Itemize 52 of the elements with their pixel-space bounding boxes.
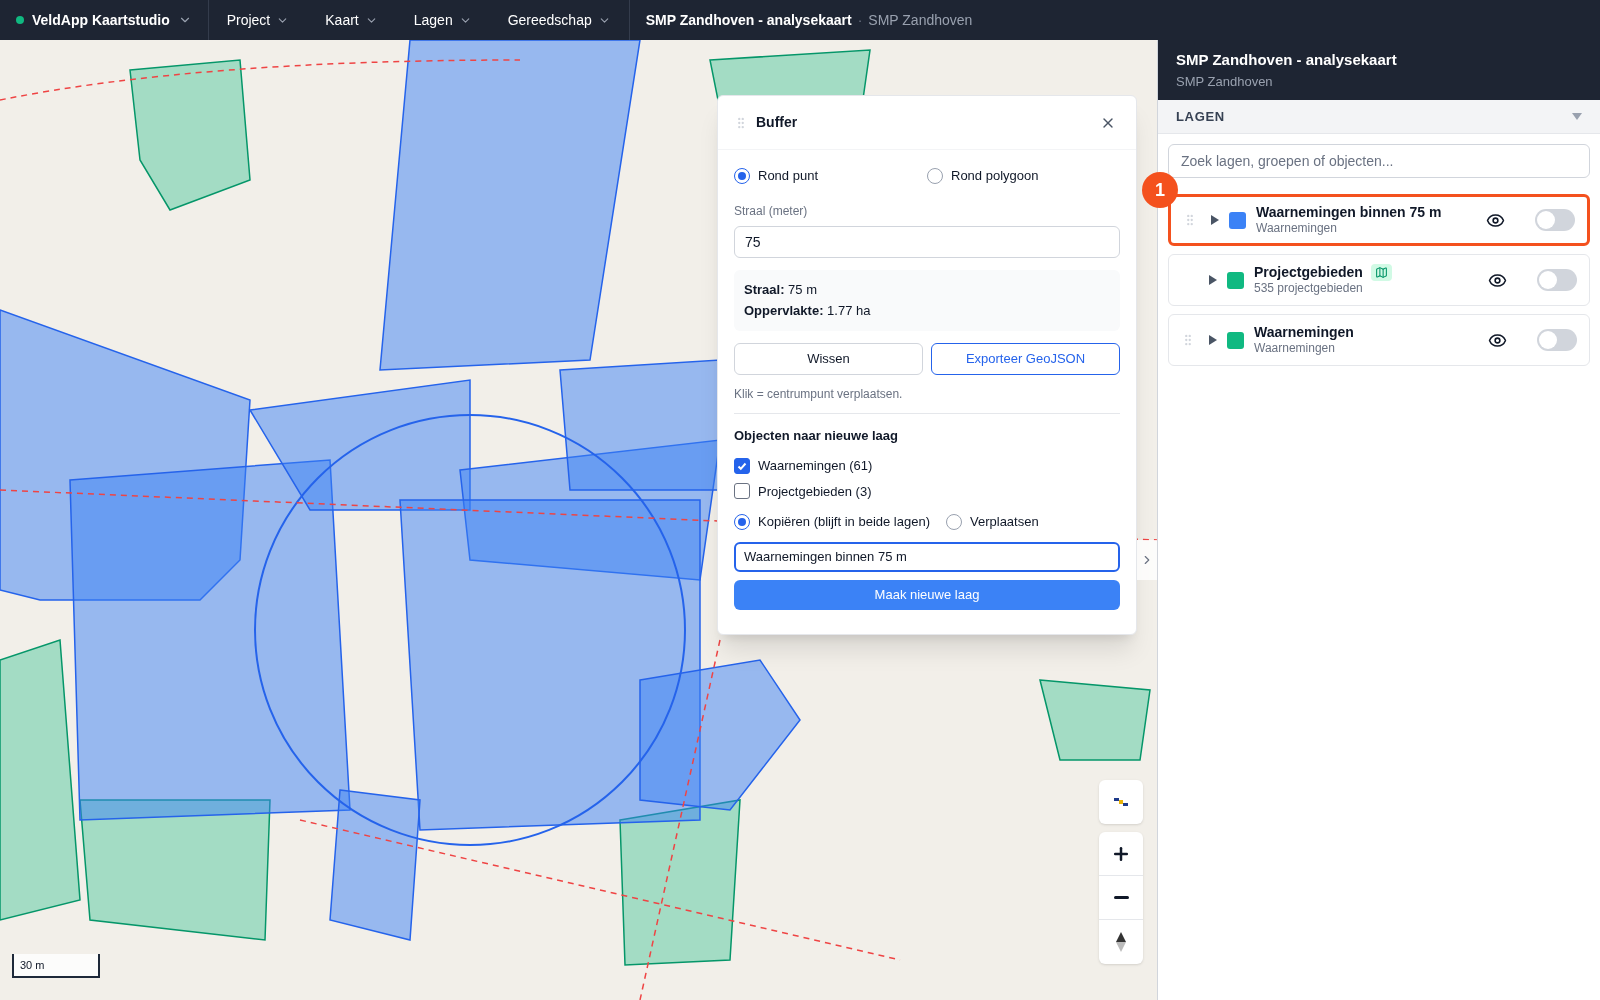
layer-subtitle: Waarnemingen — [1254, 341, 1336, 357]
summary-line: Oppervlakte: 1.77 ha — [744, 302, 872, 320]
separator: · — [857, 10, 863, 30]
layer-name: Waarnemingen binnen 75 m — [1256, 203, 1442, 222]
summary-line: Straal: 75 m — [744, 280, 818, 299]
layer-search-field[interactable]: Zoek lagen, groepen of objecten... — [1168, 144, 1590, 178]
menu-button[interactable]: Kaart — [307, 0, 396, 40]
action-button[interactable]: Wissen — [734, 342, 923, 375]
action-button[interactable]: Exporteer GeoJSON — [931, 342, 1120, 375]
compass-icon — [1115, 931, 1127, 953]
radio-button[interactable] — [927, 167, 943, 184]
layer-name: Waarnemingen — [1254, 323, 1354, 342]
layer-toggle[interactable] — [1535, 209, 1575, 231]
satellite-icon — [1113, 796, 1129, 808]
radio-label: Rond polygoon — [951, 167, 1039, 185]
layers-section-header[interactable]: LAGEN — [1158, 100, 1600, 134]
scale-bar: 30 m — [12, 954, 100, 978]
triangle-right-icon[interactable] — [1209, 275, 1217, 285]
layer-subtitle: Waarnemingen — [1256, 221, 1338, 237]
field-label: Straal (meter) — [734, 202, 809, 220]
layer-toggle[interactable] — [1537, 269, 1577, 291]
layer-name-input[interactable]: Waarnemingen binnen 75 m — [734, 541, 1120, 572]
hint-text: Klik = centrumpunt verplaatsen. — [734, 384, 1120, 414]
project-name: SMP Zandhoven — [868, 10, 973, 30]
menu-button[interactable]: Lagen — [395, 0, 490, 40]
checkbox[interactable] — [734, 483, 750, 500]
layer-row[interactable]: Projectgebieden 535 projectgebieden — [1168, 254, 1590, 306]
layer-name: Projectgebieden — [1254, 263, 1363, 282]
layer-subtitle: 535 projectgebieden — [1254, 281, 1364, 297]
triangle-right-icon[interactable] — [1211, 215, 1219, 225]
checkbox-label: Projectgebieden (3) — [758, 482, 872, 501]
radio-label: Verplaatsen — [970, 513, 1039, 531]
triangle-right-icon[interactable] — [1209, 335, 1217, 345]
minus-icon — [1113, 896, 1129, 899]
radius-input[interactable]: 75 — [734, 225, 1120, 258]
layer-toggle[interactable] — [1537, 329, 1577, 351]
menu-button[interactable]: Project — [208, 0, 308, 40]
callout-badge: 1 — [1142, 172, 1178, 208]
checkbox-label: Waarnemingen (61) — [758, 457, 873, 475]
sidebar-subtitle: SMP Zandhoven — [1176, 72, 1274, 91]
checkbox[interactable] — [734, 457, 750, 474]
map-icon — [1374, 266, 1388, 279]
create-layer-button[interactable]: Maak nieuwe laag — [734, 579, 1120, 610]
layer-row[interactable]: Waarnemingen binnen 75 m Waarnemingen — [1168, 194, 1590, 246]
panel-title: Buffer — [756, 113, 799, 132]
map-title: SMP Zandhoven - analysekaart — [645, 10, 852, 30]
radio-label: Kopiëren (blijft in beide lagen) — [758, 513, 930, 531]
radio-label: Rond punt — [758, 167, 818, 185]
section-title: Objecten naar nieuwe laag — [734, 426, 899, 445]
layer-row[interactable]: Waarnemingen Waarnemingen — [1168, 314, 1590, 366]
sidebar-title: SMP Zandhoven - analysekaart — [1176, 50, 1398, 70]
radio-button[interactable] — [946, 513, 962, 530]
